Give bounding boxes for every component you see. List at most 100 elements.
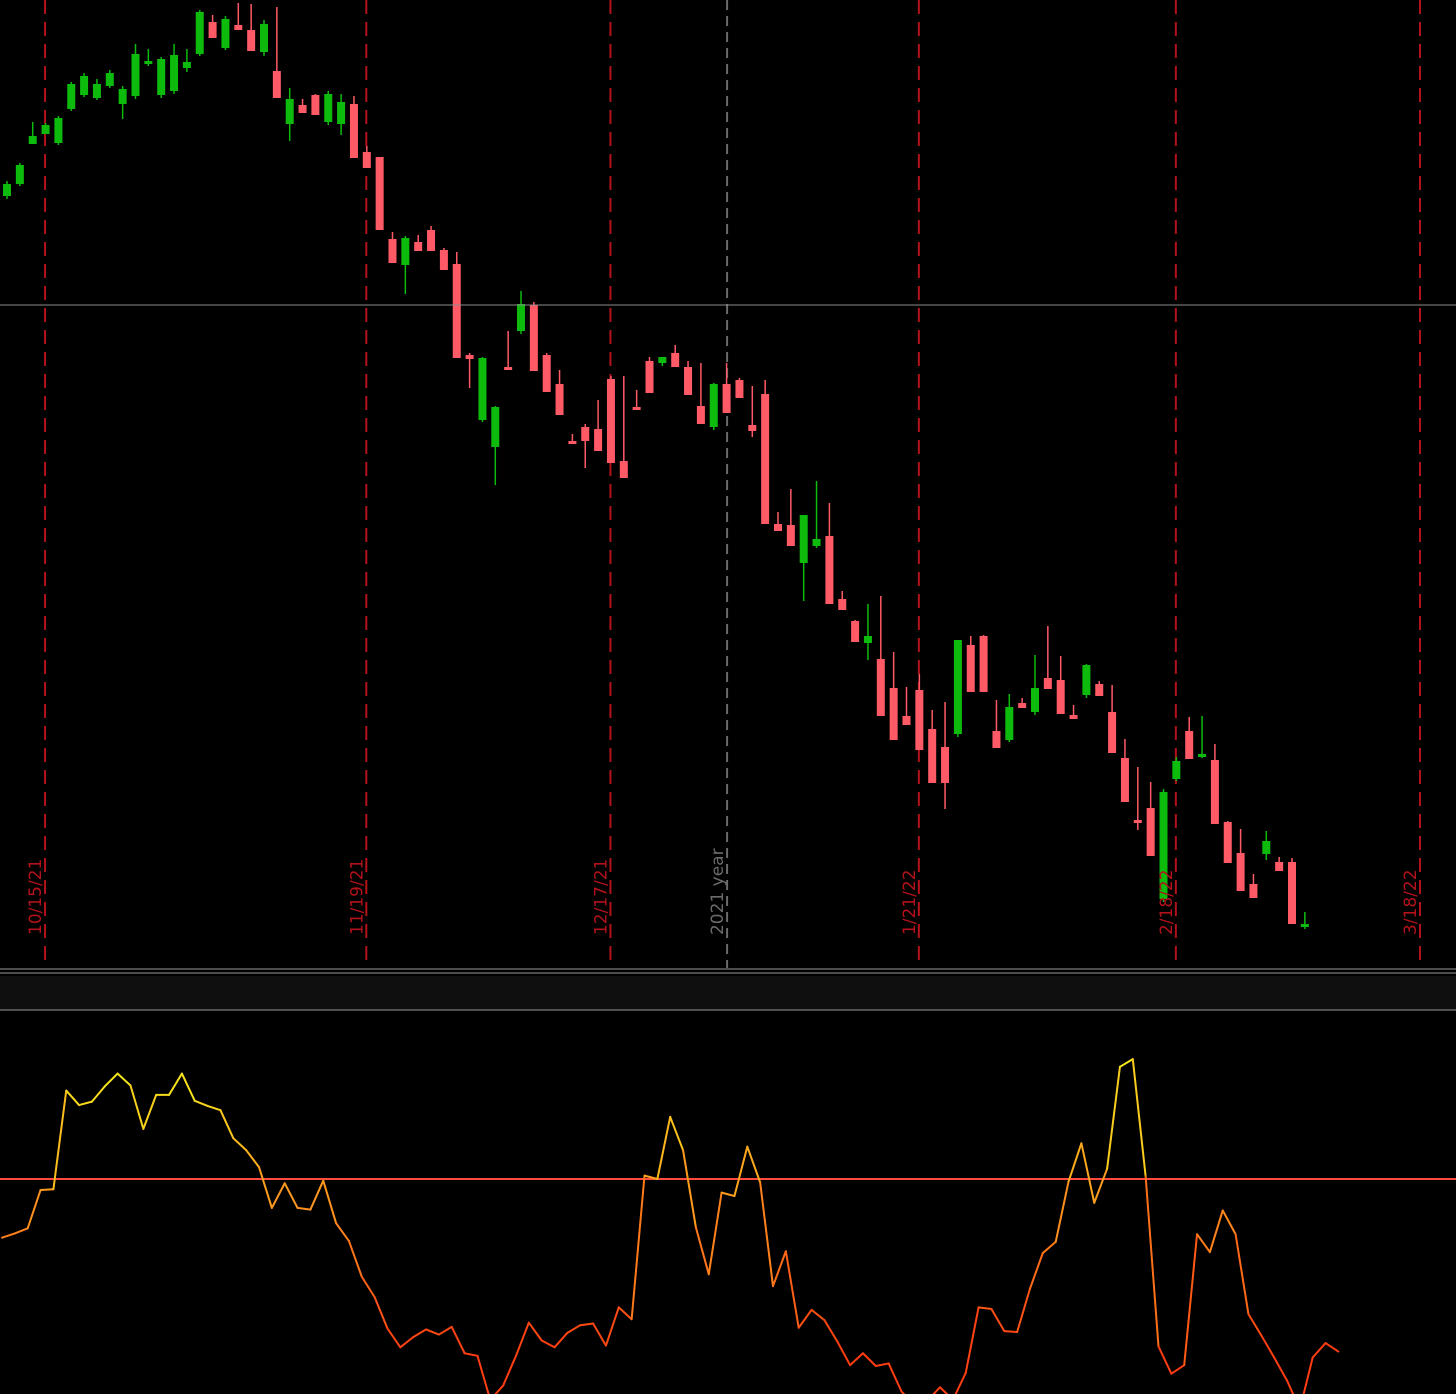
- candle-body: [388, 239, 397, 263]
- candle-body: [298, 105, 307, 113]
- candle-up: [953, 640, 962, 737]
- candle-body: [272, 71, 281, 98]
- candle-down: [606, 376, 615, 463]
- candle-body: [812, 539, 821, 546]
- candle-up: [195, 10, 204, 56]
- candle-body: [491, 407, 500, 447]
- candle-down: [542, 353, 551, 392]
- candle-body: [696, 406, 705, 424]
- candle-body: [619, 461, 628, 478]
- candle-body: [761, 394, 770, 524]
- candle-down: [979, 635, 988, 692]
- candle-body: [555, 384, 564, 415]
- candle-body: [67, 84, 76, 109]
- candle-body: [1300, 924, 1309, 927]
- candle-body: [1043, 678, 1052, 689]
- candle-body: [851, 621, 860, 642]
- candle-body: [414, 242, 423, 251]
- candle-body: [786, 525, 795, 546]
- candle-body: [504, 367, 513, 370]
- candle-body: [1288, 862, 1296, 924]
- candle-body: [1108, 712, 1117, 753]
- candle-up: [709, 383, 718, 430]
- candle-up: [67, 82, 76, 111]
- candle-body: [452, 264, 461, 358]
- candle-body: [632, 407, 641, 410]
- candle-up: [157, 57, 166, 98]
- candle-body: [324, 94, 333, 122]
- candle-body: [15, 165, 24, 184]
- candle-body: [1082, 665, 1091, 695]
- candle-down: [645, 357, 654, 393]
- candle-body: [645, 361, 654, 393]
- candle-body: [349, 104, 358, 158]
- candle-body: [41, 125, 50, 134]
- candle-body: [658, 357, 667, 363]
- candle-body: [684, 367, 693, 395]
- candle-up: [260, 20, 268, 56]
- candle-body: [208, 22, 217, 38]
- candle-body: [902, 716, 911, 725]
- candle-body: [1018, 703, 1027, 708]
- candle-body: [1223, 822, 1232, 863]
- candle-body: [748, 425, 757, 431]
- candle-body: [722, 384, 731, 413]
- candle-body: [337, 102, 346, 124]
- candle-body: [234, 25, 243, 30]
- candle-down: [1288, 858, 1296, 924]
- date-marker-label: 1/21/22: [900, 869, 920, 935]
- candle-up: [478, 357, 487, 422]
- date-marker-label: 3/18/22: [1401, 869, 1421, 935]
- candle-body: [1146, 808, 1155, 856]
- candle-body: [80, 76, 89, 95]
- candle-body: [863, 636, 872, 643]
- oscillator-segment: [1003, 1330, 1019, 1333]
- candle-body: [838, 599, 847, 610]
- candle-body: [1262, 841, 1271, 854]
- candle-body: [1056, 680, 1065, 714]
- candle-body: [1185, 731, 1194, 759]
- oscillator-segment: [39, 1188, 55, 1192]
- candle-body: [247, 30, 256, 51]
- date-marker-label: 2/18/22: [1157, 869, 1177, 935]
- candle-body: [1198, 754, 1207, 757]
- candle-up: [1082, 664, 1091, 698]
- candle-down: [375, 157, 384, 230]
- candle-up: [15, 163, 24, 186]
- candle-body: [157, 59, 166, 95]
- candle-body: [465, 355, 474, 359]
- candle-body: [170, 55, 179, 91]
- candle-up: [324, 91, 333, 125]
- candle-body: [953, 640, 962, 734]
- candle-down: [311, 94, 320, 115]
- candle-body: [105, 73, 114, 86]
- candle-body: [966, 645, 975, 692]
- candle-body: [1005, 707, 1014, 740]
- candle-body: [1210, 760, 1219, 824]
- candle-down: [349, 96, 358, 158]
- candle-body: [118, 89, 127, 104]
- date-marker-label: 12/17/21: [591, 859, 611, 935]
- candle-body: [439, 250, 448, 270]
- chart-canvas[interactable]: 10/15/21 11/19/21 12/17/21 1/21/22 2/18/22 3/…: [0, 0, 1456, 1394]
- candle-body: [517, 304, 525, 331]
- candle-body: [1133, 820, 1142, 823]
- candle-down: [735, 378, 744, 398]
- candle-body: [1120, 758, 1129, 802]
- candle-body: [92, 84, 101, 98]
- candle-down: [439, 248, 448, 270]
- candle-body: [221, 19, 230, 48]
- candle-body: [195, 12, 204, 54]
- candle-body: [915, 690, 924, 750]
- candle-body: [568, 441, 577, 444]
- candle-up: [54, 116, 63, 145]
- candle-body: [928, 729, 937, 783]
- candle-body: [992, 731, 1001, 748]
- candle-body: [876, 659, 885, 716]
- candle-body: [1172, 761, 1181, 779]
- candle-body: [606, 379, 615, 463]
- candle-body: [799, 515, 808, 563]
- year-marker-label: 2021 year: [708, 848, 728, 935]
- candle-body: [889, 688, 898, 740]
- candle-body: [671, 353, 680, 367]
